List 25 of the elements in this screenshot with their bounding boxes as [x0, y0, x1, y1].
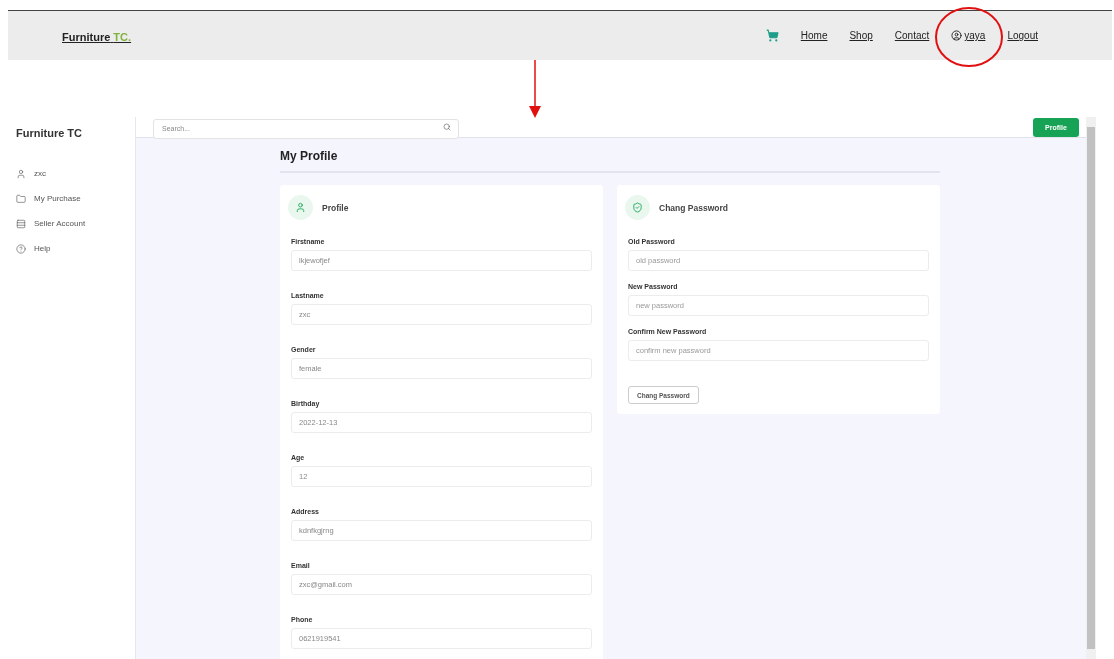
user-icon — [288, 195, 313, 220]
nav-link[interactable]: Logout — [1007, 30, 1038, 41]
search-icon[interactable] — [443, 123, 451, 131]
card-title: Profile — [322, 202, 349, 213]
sidebar-item[interactable]: Seller Account — [16, 211, 119, 236]
user-link[interactable]: yaya — [951, 30, 986, 41]
shield-icon — [625, 195, 650, 220]
brand-logo[interactable]: Furniture TC. — [62, 30, 132, 43]
folder-icon — [16, 193, 26, 204]
list-icon — [16, 218, 26, 229]
sidebar-brand: Furniture TC — [16, 127, 83, 139]
cart-icon[interactable] — [765, 29, 779, 42]
nav-link[interactable]: Contact — [894, 30, 930, 41]
sidebar-item[interactable]: Help — [16, 236, 119, 261]
highlight-circle — [934, 6, 1005, 68]
sidebar-item[interactable]: My Purchase — [16, 186, 119, 211]
user-icon — [16, 168, 26, 179]
nav-link[interactable]: Home — [800, 30, 828, 41]
nav-link[interactable]: Shop — [849, 30, 873, 41]
sidebar-item[interactable]: zxc — [16, 161, 119, 186]
user-icon — [951, 30, 963, 41]
down-arrow — [529, 60, 541, 118]
card-title: Chang Password — [659, 202, 728, 213]
page-title: My Profile — [280, 149, 940, 173]
help-icon — [16, 243, 26, 254]
